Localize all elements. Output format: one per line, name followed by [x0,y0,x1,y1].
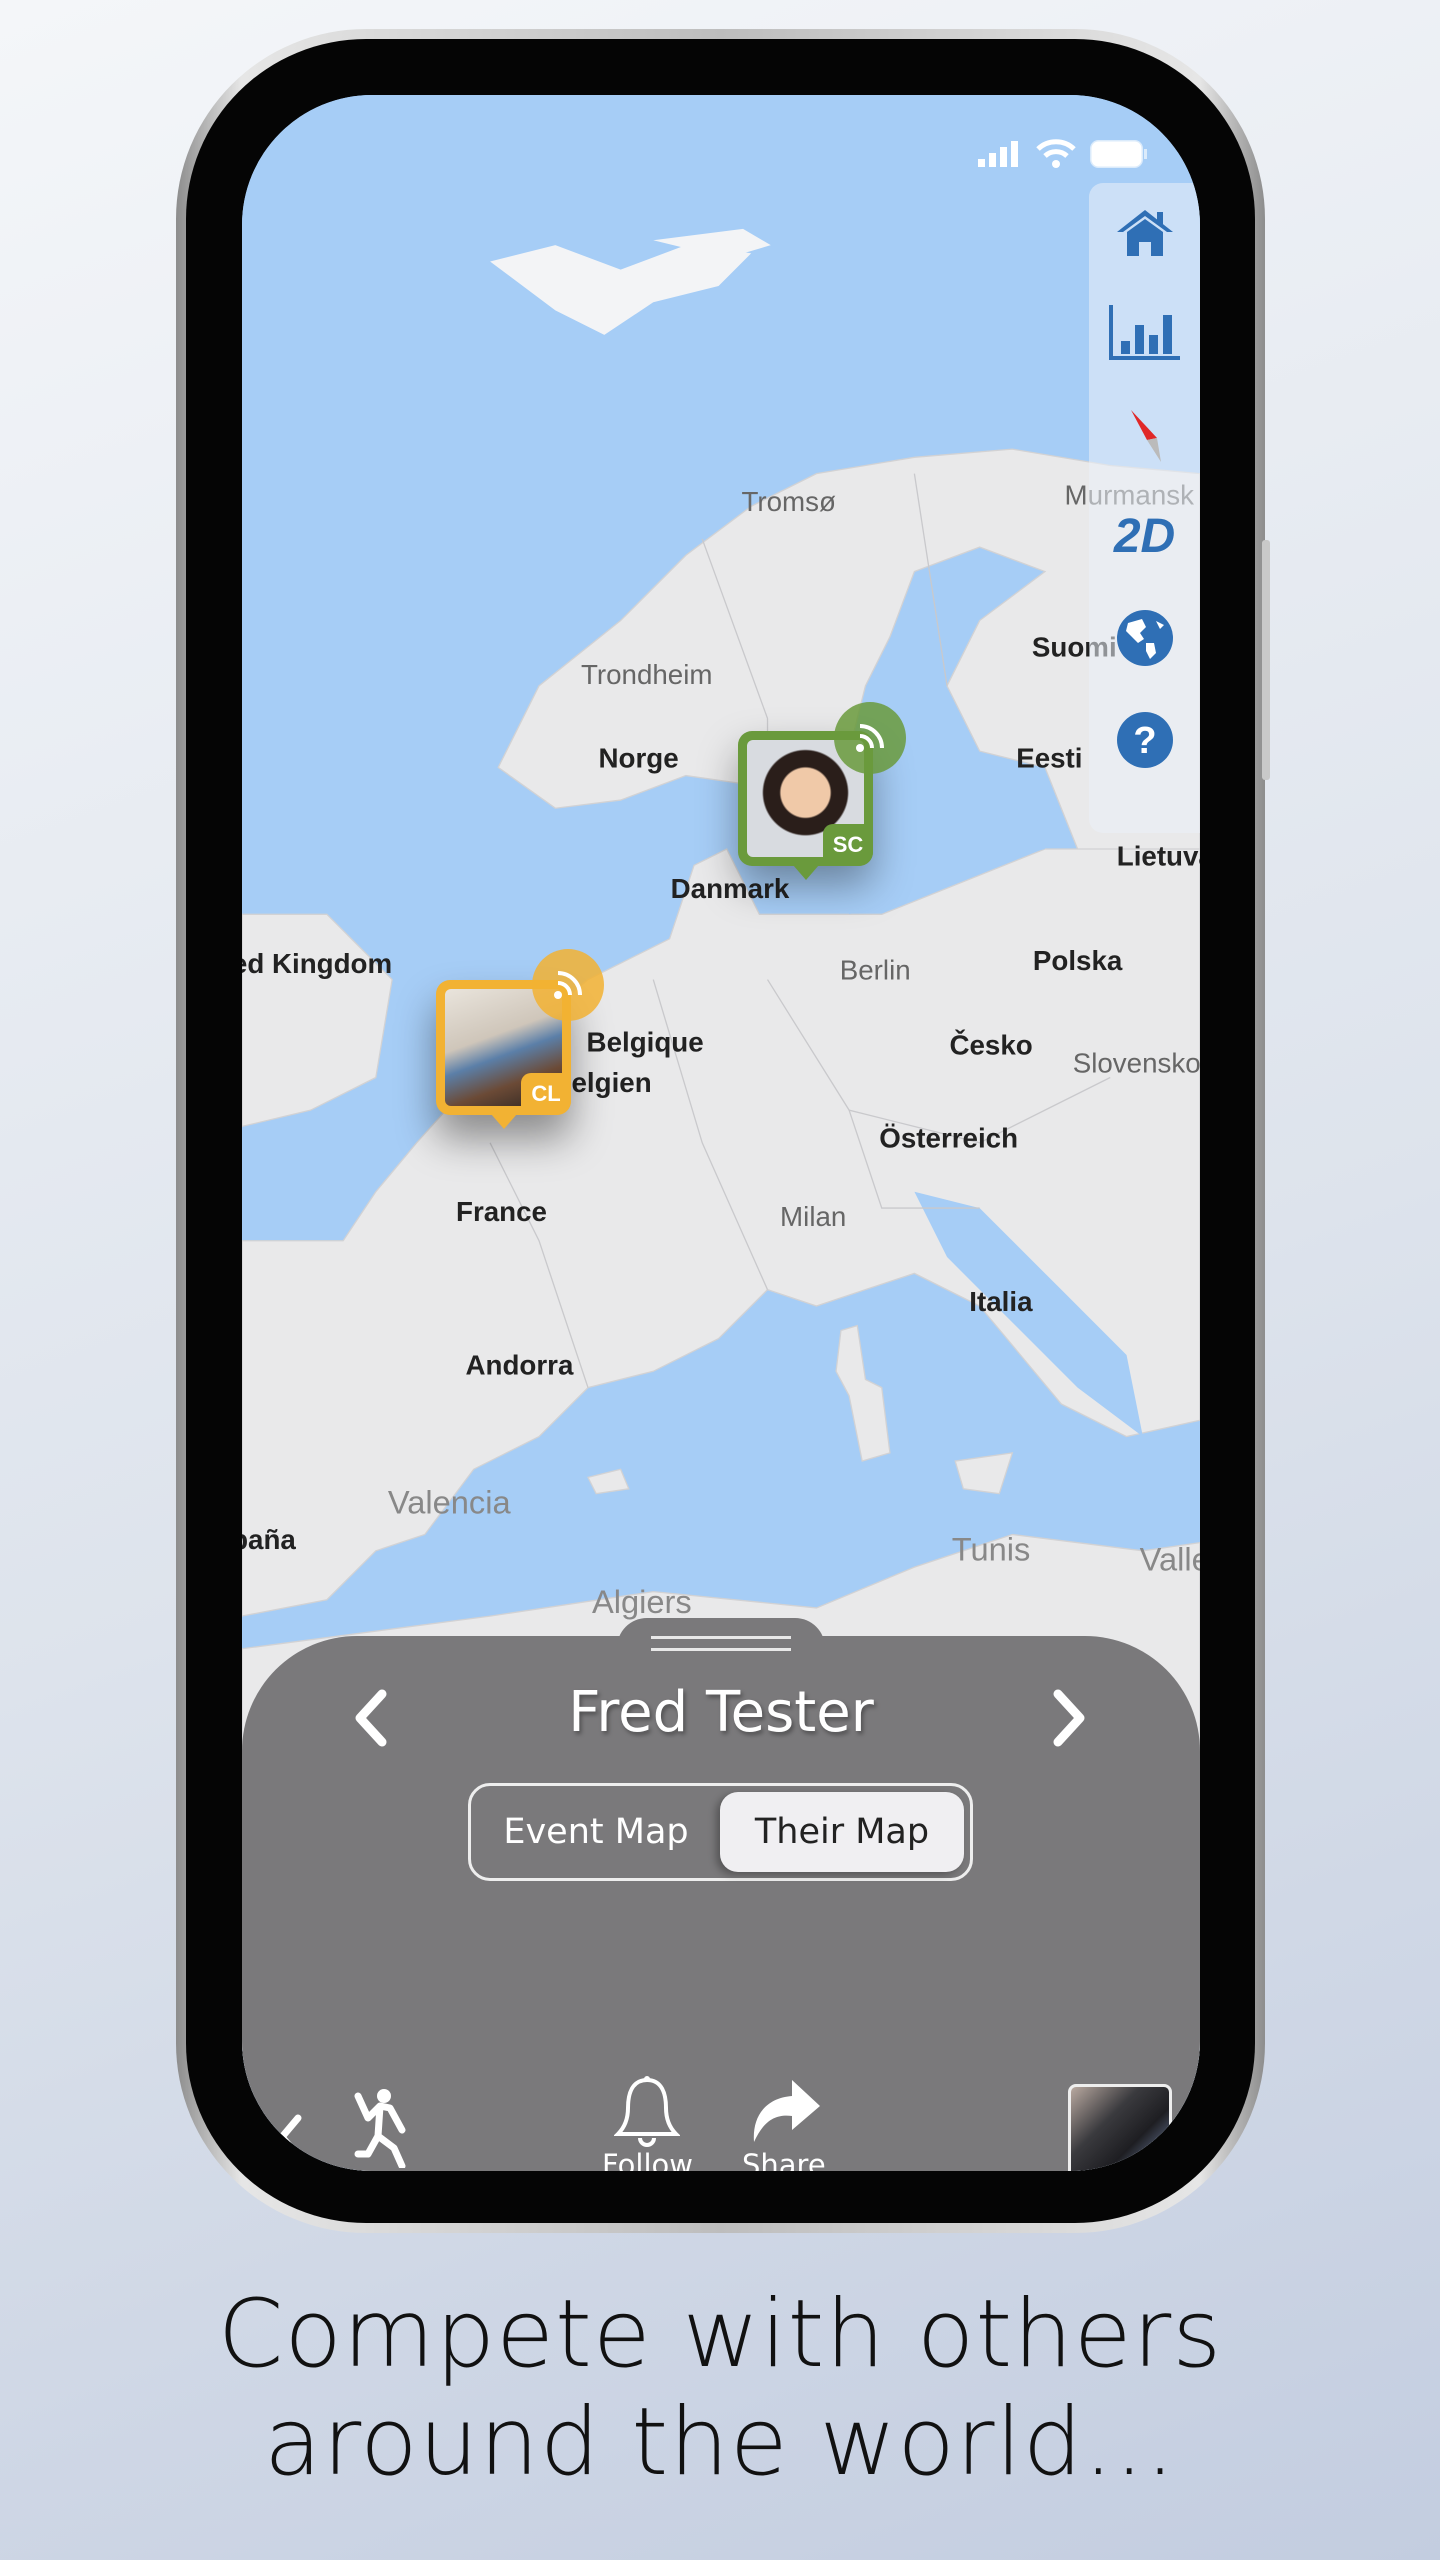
map-label: Algiers [592,1583,692,1620]
running-icon[interactable] [354,2088,410,2168]
broadcast-icon [532,949,604,1021]
initials-badge: CL [521,1073,571,1115]
tab-their-map[interactable]: Their Map [720,1792,964,1872]
svg-text:?: ? [1133,720,1156,762]
wifi-icon [1036,139,1076,168]
map-label: Eesti [1016,742,1082,773]
next-athlete-button[interactable] [1050,1688,1090,1748]
caption-line-1: Compete with others [217,2280,1223,2389]
bar-chart-icon [1108,305,1180,360]
bell-icon [614,2076,681,2147]
map-label: Berlin [840,955,911,986]
map-label: United Kingdom [242,948,392,979]
user-avatar[interactable] [1068,2084,1172,2171]
share-icon [753,2080,820,2142]
status-bar [978,139,1148,169]
map-label: Italia [969,1286,1033,1317]
initials-badge: SC [823,824,873,866]
follow-button[interactable]: Follow [602,2076,693,2171]
follow-label: Follow [602,2148,693,2171]
map-label: Lietuva [1117,840,1200,871]
home-icon [1116,210,1173,256]
map-label: Valletta [1140,1540,1200,1577]
caption-line-2: around the world... [264,2388,1176,2497]
marker-pointer [793,865,819,880]
map-label: Tunis [952,1531,1031,1568]
map-label: Trondheim [581,659,713,690]
stats-button[interactable] [1089,297,1200,367]
tab-event-map[interactable]: Event Map [471,1786,721,1878]
home-button[interactable] [1089,197,1200,267]
map-toolbar: 2D ? [1089,183,1200,833]
globe-button[interactable] [1089,603,1200,673]
help-button[interactable]: ? [1089,705,1200,775]
view-mode-toggle[interactable]: 2D [1089,501,1200,571]
map-label: Polska [1033,945,1123,976]
marker-pointer [491,1114,517,1129]
map-label: España [242,1524,296,1555]
globe-icon [1116,610,1173,666]
phone-side-button [1262,540,1270,780]
map-label: Tromsø [741,486,836,517]
map-label: Danmark [671,873,790,904]
map-label: France [456,1196,547,1227]
map-mode-toggle: Event Map Their Map [468,1783,973,1881]
back-chevron-icon[interactable] [274,2112,304,2162]
help-icon: ? [1116,712,1173,768]
share-button[interactable]: Share [742,2076,826,2171]
map-label: Österreich [879,1123,1018,1154]
app-screen: Tromsø Murmansk Trondheim Suomi Norge Da… [242,95,1200,2171]
battery-icon [1090,140,1147,168]
broadcast-icon [834,702,906,774]
map-label: Česko [949,1029,1032,1061]
share-label: Share [742,2148,826,2171]
compass-button[interactable] [1089,399,1200,469]
cellular-signal-icon [978,141,1018,167]
map-label: Belgique [587,1026,704,1057]
map-label: Andorra [466,1350,574,1381]
map-label: Milan [780,1201,846,1232]
compass-icon [1130,410,1161,462]
map-label: Slovensko [1073,1048,1200,1079]
drag-handle[interactable] [617,1618,825,1678]
map-label: Valencia [388,1483,512,1520]
athlete-panel: Fred Tester Event Map Their Map Follow S… [242,1618,1200,2171]
map-label: Norge [599,742,679,773]
